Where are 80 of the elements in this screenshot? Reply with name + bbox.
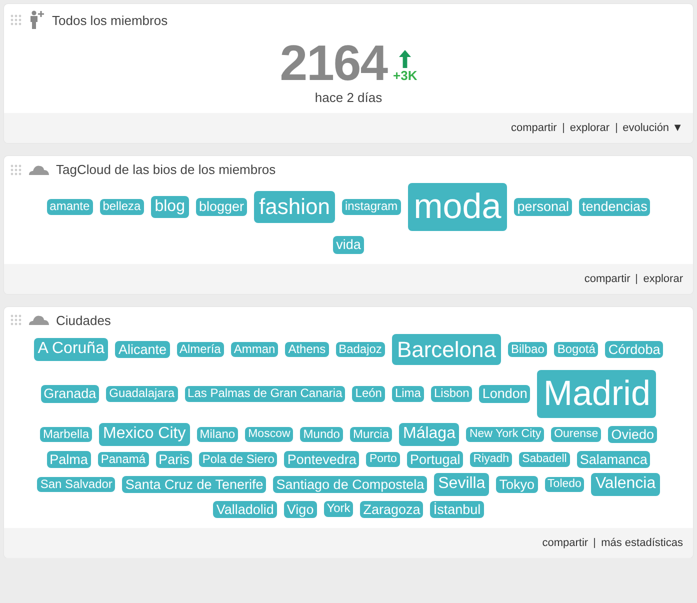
tag[interactable]: Panamá xyxy=(98,452,149,468)
tag[interactable]: tendencias xyxy=(579,198,650,216)
tag[interactable]: San Salvador xyxy=(37,476,116,492)
tag[interactable]: Zaragoza xyxy=(360,500,424,518)
card-title: Ciudades xyxy=(56,312,111,328)
tag[interactable]: Toledo xyxy=(544,476,584,492)
member-count: 2164 xyxy=(280,34,387,92)
tag[interactable]: Sabadell xyxy=(519,452,570,468)
tag[interactable]: amante xyxy=(46,199,93,216)
tag[interactable]: New York City xyxy=(466,426,544,442)
drag-handle-icon[interactable] xyxy=(10,14,22,26)
tag[interactable]: Murcia xyxy=(350,426,392,442)
tag[interactable]: Paris xyxy=(156,450,192,468)
tag[interactable]: Tokyo xyxy=(496,476,538,494)
card-title: Todos los miembros xyxy=(52,12,168,28)
tag[interactable]: blog xyxy=(150,196,189,218)
tag[interactable]: Málaga xyxy=(399,423,460,446)
tag[interactable]: Amman xyxy=(230,342,278,358)
footer-link[interactable]: evolución ▼ xyxy=(616,123,683,133)
tag[interactable]: Lisbon xyxy=(430,386,472,402)
cloud-icon xyxy=(28,314,50,326)
tag[interactable]: London xyxy=(479,385,530,403)
cloud-icon xyxy=(28,164,50,176)
person-plus-icon xyxy=(28,10,46,30)
tag[interactable]: Almería xyxy=(176,342,224,358)
drag-handle-icon[interactable] xyxy=(10,314,22,326)
tag[interactable]: Las Palmas de Gran Canaria xyxy=(184,386,346,402)
tag[interactable]: Barcelona xyxy=(392,334,502,366)
tag[interactable]: Santiago de Compostela xyxy=(273,476,428,494)
footer-link[interactable]: compartir xyxy=(504,123,557,133)
tag[interactable]: Ourense xyxy=(551,426,602,442)
tag[interactable]: Pola de Siero xyxy=(199,452,278,468)
tag[interactable]: belleza xyxy=(100,199,144,216)
time-caption: hace 2 días xyxy=(314,90,382,105)
tag[interactable]: Santa Cruz de Tenerife xyxy=(122,476,266,494)
tag[interactable]: Riyadh xyxy=(470,452,512,468)
tag[interactable]: blogger xyxy=(196,198,248,216)
tag[interactable]: Moscow xyxy=(245,426,294,442)
tag[interactable]: Badajoz xyxy=(336,342,385,358)
footer-link[interactable]: explorar xyxy=(636,274,683,284)
tag[interactable]: vida xyxy=(333,236,364,254)
tag[interactable]: Palma xyxy=(46,450,91,468)
tag[interactable]: Córdoba xyxy=(605,340,664,358)
footer-link[interactable]: explorar xyxy=(562,123,610,133)
tag[interactable]: Milano xyxy=(196,426,238,442)
tag[interactable]: Oviedo xyxy=(608,426,657,444)
tag[interactable]: instagram xyxy=(342,199,401,216)
tag[interactable]: Portugal xyxy=(406,450,464,468)
footer-link[interactable]: compartir xyxy=(536,538,588,548)
tag[interactable]: personal xyxy=(514,198,572,216)
tag[interactable]: York xyxy=(324,501,354,518)
tag[interactable]: Vigo xyxy=(284,500,317,518)
card-title: TagCloud de las bios de los miembros xyxy=(56,162,276,177)
tag[interactable]: Valladolid xyxy=(213,500,277,518)
tag[interactable]: Bilbao xyxy=(508,342,548,358)
tag[interactable]: Mundo xyxy=(300,426,343,442)
tag[interactable]: İstanbul xyxy=(430,500,484,518)
footer-link[interactable]: más estadísticas xyxy=(594,538,683,548)
tag[interactable]: A Coruña xyxy=(34,338,108,361)
tag[interactable]: Mexico City xyxy=(99,423,190,446)
tag[interactable]: Madrid xyxy=(537,370,656,418)
tag[interactable]: Salamanca xyxy=(576,450,650,468)
tag[interactable]: Granada xyxy=(40,385,100,403)
tag[interactable]: León xyxy=(352,386,385,402)
tag[interactable]: Alicante xyxy=(115,340,170,358)
footer-link[interactable]: compartir xyxy=(578,274,630,284)
tag[interactable]: Sevilla xyxy=(434,473,490,496)
tag[interactable]: fashion xyxy=(254,191,335,223)
tag[interactable]: Guadalajara xyxy=(106,386,178,402)
tag[interactable]: Athens xyxy=(285,342,329,358)
tag[interactable]: moda xyxy=(408,183,508,232)
tag[interactable]: Marbella xyxy=(40,426,92,442)
growth-value: +3K xyxy=(393,68,418,82)
tag[interactable]: Pontevedra xyxy=(284,450,360,468)
tag[interactable]: Porto xyxy=(366,452,400,468)
tag[interactable]: Bogotá xyxy=(554,342,598,358)
up-arrow-icon xyxy=(399,50,412,68)
tag[interactable]: Valencia xyxy=(591,473,660,496)
tag[interactable]: Lima xyxy=(392,386,424,402)
drag-handle-icon[interactable] xyxy=(10,164,22,176)
